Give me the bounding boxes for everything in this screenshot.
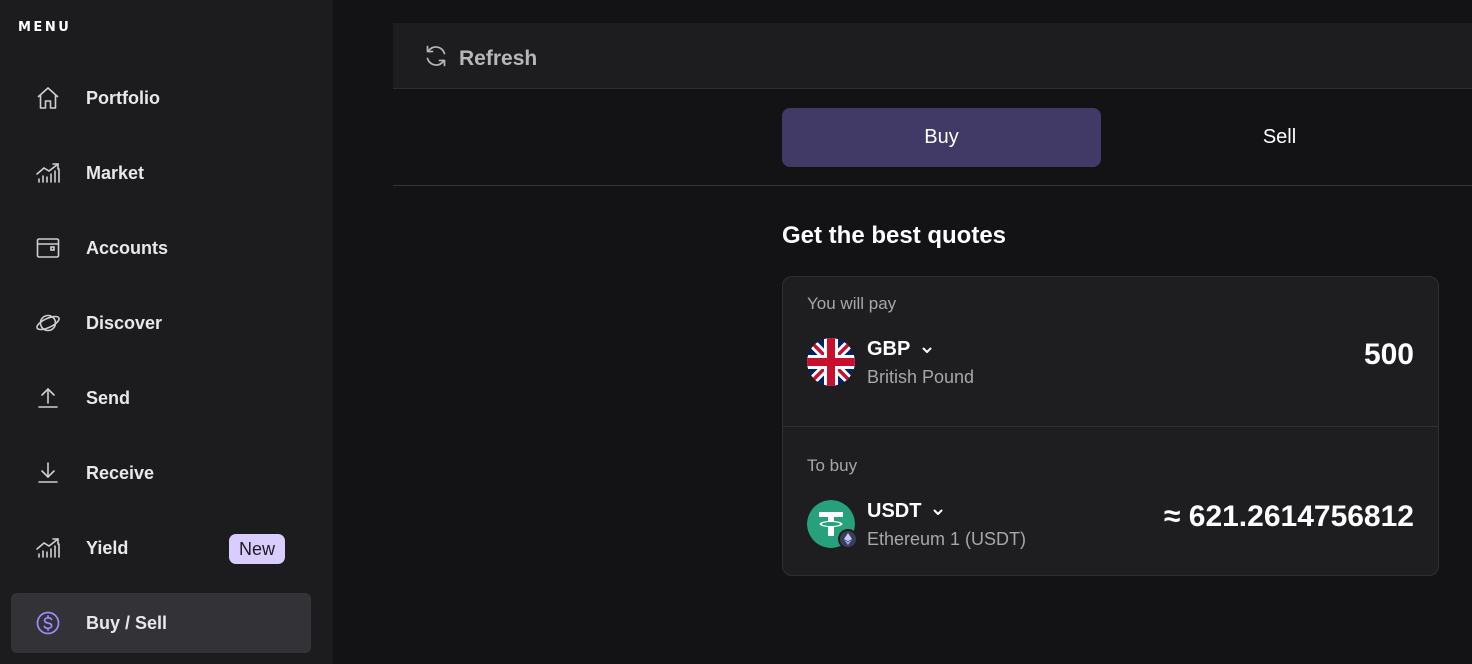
buy-label: To buy bbox=[807, 456, 858, 475]
pay-amount-input[interactable]: 500 bbox=[1364, 338, 1414, 372]
pay-label: You will pay bbox=[807, 294, 897, 313]
new-badge: New bbox=[229, 534, 286, 564]
dollar-circle-icon bbox=[35, 610, 61, 636]
quote-card: You will pay GBP British Pound 500 To bu… bbox=[782, 276, 1439, 576]
sidebar-item-receive[interactable]: Receive bbox=[11, 443, 311, 503]
buy-currency-code: USDT bbox=[867, 500, 922, 522]
sidebar-item-portfolio[interactable]: Portfolio bbox=[11, 68, 311, 128]
sidebar-item-buy-sell[interactable]: Buy / Sell bbox=[11, 593, 311, 653]
chevron-down-icon bbox=[931, 505, 945, 519]
home-icon bbox=[35, 85, 61, 111]
refresh-icon bbox=[423, 43, 449, 74]
menu-title: MENU bbox=[18, 20, 72, 35]
tab-buy[interactable]: Buy bbox=[782, 108, 1101, 167]
sidebar-item-market[interactable]: Market bbox=[11, 143, 311, 203]
pay-currency-name: British Pound bbox=[867, 367, 975, 387]
wallet-icon bbox=[35, 235, 61, 261]
tab-sell[interactable]: Sell bbox=[1120, 108, 1439, 167]
ethereum-icon bbox=[838, 529, 858, 549]
sidebar-item-discover[interactable]: Discover bbox=[11, 293, 311, 353]
buy-currency-select[interactable]: USDT bbox=[867, 500, 945, 523]
chart-icon bbox=[35, 160, 61, 186]
chart-icon bbox=[35, 535, 61, 561]
pay-currency-select[interactable]: GBP bbox=[867, 338, 934, 361]
sidebar-item-label: Buy / Sell bbox=[86, 612, 168, 633]
sidebar-item-label: Yield bbox=[86, 537, 129, 558]
planet-icon bbox=[35, 310, 61, 336]
upload-icon bbox=[35, 385, 61, 411]
buy-amount: ≈ 621.2614756812 bbox=[1163, 500, 1414, 533]
uk-flag-icon bbox=[807, 338, 855, 386]
sidebar-item-label: Accounts bbox=[86, 237, 169, 258]
download-icon bbox=[35, 460, 61, 486]
sidebar-item-send[interactable]: Send bbox=[11, 368, 311, 428]
refresh-label: Refresh bbox=[459, 46, 538, 70]
top-bar: Refresh bbox=[393, 23, 1472, 89]
pay-currency-code: GBP bbox=[867, 338, 911, 360]
sidebar-item-label: Receive bbox=[86, 462, 155, 483]
chevron-down-icon bbox=[920, 343, 934, 357]
sidebar-item-yield[interactable]: Yield New bbox=[11, 518, 311, 578]
buy-currency-name: Ethereum 1 (USDT) bbox=[867, 529, 1027, 549]
page-title: Get the best quotes bbox=[782, 222, 1007, 249]
sidebar-item-accounts[interactable]: Accounts bbox=[11, 218, 311, 278]
sidebar-item-label: Market bbox=[86, 162, 145, 183]
sidebar-item-label: Portfolio bbox=[86, 87, 160, 108]
sidebar-item-label: Send bbox=[86, 387, 131, 408]
sidebar-item-label: Discover bbox=[86, 312, 163, 333]
refresh-button[interactable]: Refresh bbox=[423, 43, 537, 74]
tabs-divider bbox=[393, 185, 1472, 186]
sidebar: MENU Portfolio Market Accounts Discover … bbox=[0, 0, 333, 664]
card-divider bbox=[783, 426, 1438, 427]
